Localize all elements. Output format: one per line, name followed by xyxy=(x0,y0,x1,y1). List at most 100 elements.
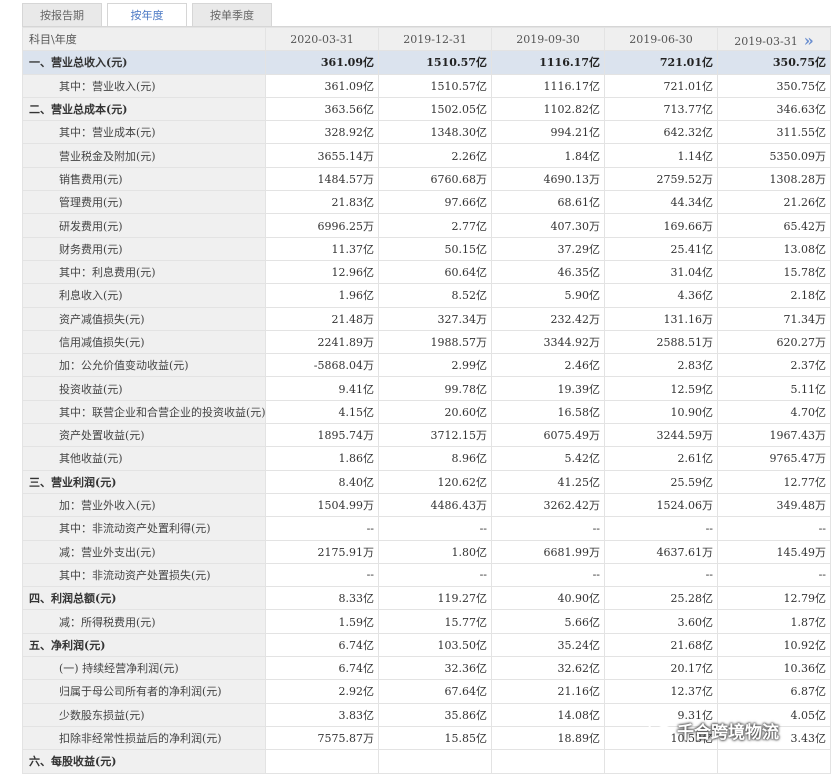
cell-value: 6075.49万 xyxy=(491,423,605,448)
row-label: 其中：营业成本(元) xyxy=(22,120,266,145)
cell-value: 3.60亿 xyxy=(604,609,718,634)
row-label: 资产处置收益(元) xyxy=(22,423,266,448)
cell-value: 1988.57万 xyxy=(378,329,492,355)
table-row: 财务费用(元) 11.37亿 50.15亿 37.29亿 25.41亿 13.08亿 xyxy=(22,236,831,261)
table-row: 五、净利润(元) 6.74亿 103.50亿 35.24亿 21.68亿 10.92亿 xyxy=(22,632,831,658)
table-row: 营业税金及附加(元) 3655.14万 2.26亿 1.84亿 1.14亿 5350.09… xyxy=(22,143,831,168)
cell-value: 3712.15万 xyxy=(378,423,492,448)
table-row: 其中：营业成本(元) 328.92亿 1348.30亿 994.21亿 642.32亿 3… xyxy=(22,120,831,145)
wechat-icon xyxy=(648,721,672,739)
cell-value: 2759.52万 xyxy=(604,166,718,192)
cell-value: 8.96亿 xyxy=(378,446,492,471)
cell-value: 10.36亿 xyxy=(717,656,831,681)
cell-value: 41.25亿 xyxy=(491,469,605,494)
cell-value: 20.60亿 xyxy=(378,399,492,425)
cell-value: 4.70亿 xyxy=(717,399,831,425)
cell-value: 15.78亿 xyxy=(717,259,831,285)
cell-value: 642.32亿 xyxy=(604,120,718,145)
row-label: 扣除非经常性损益后的净利润(元) xyxy=(22,725,266,751)
cell-value: 2588.51万 xyxy=(604,329,718,355)
cell-value: 21.26亿 xyxy=(717,190,831,215)
table-row: 管理费用(元) 21.83亿 97.66亿 68.61亿 44.34亿 21.26亿 xyxy=(22,190,831,215)
cell-value: 2.77亿 xyxy=(378,213,492,238)
cell-value: 994.21亿 xyxy=(491,120,605,145)
table-row: 研发费用(元) 6996.25万 2.77亿 407.30万 169.66万 65.42万 xyxy=(22,213,831,238)
row-label: 利息收入(元) xyxy=(22,283,266,308)
cell-value: 9765.47万 xyxy=(717,446,831,471)
table-row: 六、每股收益(元) xyxy=(22,749,831,774)
row-label: 其中：利息费用(元) xyxy=(22,259,266,285)
cell-value: 2.26亿 xyxy=(378,143,492,168)
row-label: 财务费用(元) xyxy=(22,236,266,261)
cell-value: 4.36亿 xyxy=(604,283,718,308)
row-label: 研发费用(元) xyxy=(22,213,266,238)
cell-value: 5350.09万 xyxy=(717,143,831,168)
cell-value: 18.89亿 xyxy=(491,725,605,751)
cell-value: 12.59亿 xyxy=(604,376,718,401)
more-columns-icon[interactable]: » xyxy=(804,31,814,50)
column-header-last: 2019-03-31 » xyxy=(717,26,831,52)
table-row: 资产处置收益(元) 1895.74万 3712.15万 6075.49万 3244.59… xyxy=(22,423,831,448)
cell-value: 12.37亿 xyxy=(604,679,718,704)
income-statement-table: 科目\年度 2020-03-31 2019-12-31 2019-09-30 2… xyxy=(22,26,831,774)
cell-value: 12.79亿 xyxy=(717,586,831,611)
table-body: 一、营业总收入(元) 361.09亿 1510.57亿 1116.17亿 721.01亿… xyxy=(22,50,831,774)
row-label: 资产减值损失(元) xyxy=(22,306,266,331)
cell-value: 350.75亿 xyxy=(717,50,831,75)
cell-value: 13.08亿 xyxy=(717,236,831,261)
cell-value: 1116.17亿 xyxy=(491,50,605,75)
cell-value: 2.92亿 xyxy=(265,679,379,704)
cell-value: 1.84亿 xyxy=(491,143,605,168)
cell-value xyxy=(604,749,718,774)
cell-value: 15.77亿 xyxy=(378,609,492,634)
cell-value: 97.66亿 xyxy=(378,190,492,215)
tab-by-quarter[interactable]: 按单季度 xyxy=(192,3,272,26)
cell-value: 21.48万 xyxy=(265,306,379,331)
cell-value: 1484.57万 xyxy=(265,166,379,192)
cell-value: 6996.25万 xyxy=(265,213,379,238)
cell-value: 25.41亿 xyxy=(604,236,718,261)
cell-value: 311.55亿 xyxy=(717,120,831,145)
cell-value: 6.87亿 xyxy=(717,679,831,704)
row-label: 营业税金及附加(元) xyxy=(22,143,266,168)
cell-value: 7575.87万 xyxy=(265,725,379,751)
column-header: 2019-12-31 xyxy=(378,26,492,52)
cell-value: 21.68亿 xyxy=(604,632,718,658)
cell-value: 169.66万 xyxy=(604,213,718,238)
row-label: 四、利润总额(元) xyxy=(22,586,266,611)
table-row: 四、利润总额(元) 8.33亿 119.27亿 40.90亿 25.28亿 12.79亿 xyxy=(22,586,831,611)
row-label: 其中：非流动资产处置损失(元) xyxy=(22,562,266,588)
cell-value: 721.01亿 xyxy=(604,50,718,75)
cell-value: 1348.30亿 xyxy=(378,120,492,145)
row-label: 其他收益(元) xyxy=(22,446,266,471)
cell-value: 350.75亿 xyxy=(717,73,831,98)
cell-value: 6.74亿 xyxy=(265,656,379,681)
cell-value: 9.41亿 xyxy=(265,376,379,401)
row-label: 其中：联营企业和合营企业的投资收益(元) xyxy=(22,399,266,425)
cell-value: 361.09亿 xyxy=(265,50,379,75)
cell-value: 4637.61万 xyxy=(604,539,718,564)
cell-value: 1116.17亿 xyxy=(491,73,605,98)
column-header: 2019-06-30 xyxy=(604,26,718,52)
cell-value: 35.86亿 xyxy=(378,702,492,727)
row-label: 其中：营业收入(元) xyxy=(22,73,266,98)
cell-value: 1895.74万 xyxy=(265,423,379,448)
tab-by-report-period[interactable]: 按报告期 xyxy=(22,3,102,26)
tab-by-year[interactable]: 按年度 xyxy=(107,3,187,26)
cell-value: 120.62亿 xyxy=(378,469,492,494)
cell-value: 2.18亿 xyxy=(717,283,831,308)
table-row: 三、营业利润(元) 8.40亿 120.62亿 41.25亿 25.59亿 12.77亿 xyxy=(22,469,831,494)
cell-value: 361.09亿 xyxy=(265,73,379,98)
cell-value: -- xyxy=(265,516,379,541)
cell-value: 2.83亿 xyxy=(604,353,718,378)
cell-value: 1.80亿 xyxy=(378,539,492,564)
table-row: (一) 持续经营净利润(元) 6.74亿 32.36亿 32.62亿 20.17亿 10.… xyxy=(22,656,831,681)
cell-value: 1504.99万 xyxy=(265,492,379,518)
cell-value: 3.83亿 xyxy=(265,702,379,727)
table-row: 加：营业外收入(元) 1504.99万 4486.43万 3262.42万 1524.0… xyxy=(22,492,831,518)
cell-value: 721.01亿 xyxy=(604,73,718,98)
cell-value: 32.36亿 xyxy=(378,656,492,681)
row-label: 管理费用(元) xyxy=(22,190,266,215)
cell-value: 5.66亿 xyxy=(491,609,605,634)
table-row: 其中：非流动资产处置利得(元) -- -- -- -- -- xyxy=(22,516,831,541)
